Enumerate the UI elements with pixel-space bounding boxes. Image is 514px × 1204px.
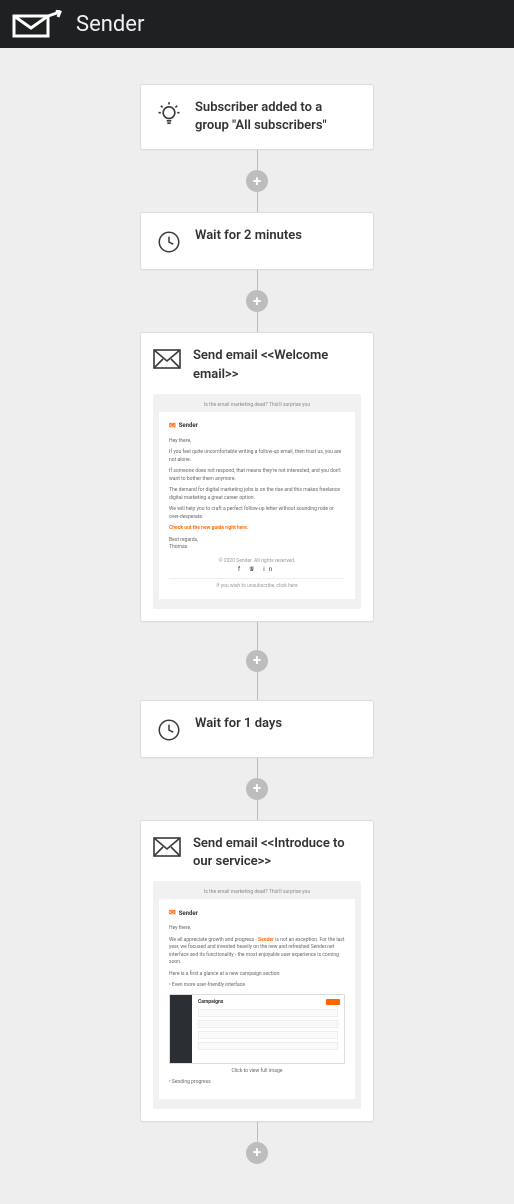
brand-name: Sender [76, 12, 144, 37]
connector-line [257, 800, 258, 820]
preview-bullet: • Even more user-friendly interface [169, 982, 345, 990]
wait-title: Wait for 1 days [195, 715, 282, 733]
preview-social-icons: f 𝓖 in [169, 565, 345, 574]
add-step-button[interactable]: + [246, 778, 268, 800]
clock-icon [155, 715, 183, 743]
connector-line [257, 758, 258, 778]
preview-greeting: Hey there, [169, 438, 345, 446]
clock-icon [155, 227, 183, 255]
wait-node[interactable]: Wait for 2 minutes [140, 212, 374, 270]
lightbulb-icon [155, 99, 183, 129]
screenshot-heading: Campaigns [198, 999, 338, 1007]
trigger-node[interactable]: Subscriber added to a group "All subscri… [140, 84, 374, 150]
preview-subject: Is the email marketing dead? This'll sur… [204, 402, 310, 408]
connector-line [257, 672, 258, 700]
email-preview: Is the email marketing dead? This'll sur… [153, 394, 361, 609]
preview-paragraph: Here is a first a glance at a new campai… [169, 971, 345, 979]
add-step-button[interactable]: + [246, 290, 268, 312]
preview-subject: Is the email marketing dead? This'll sur… [204, 889, 310, 895]
preview-caption: Click to view full image [169, 1068, 345, 1076]
preview-body: ✉ Sender Hey there, We all appreciate gr… [159, 899, 355, 1099]
email-title: Send email <<Introduce to our service>> [193, 835, 361, 871]
connector-line [257, 192, 258, 212]
wait-node[interactable]: Wait for 1 days [140, 700, 374, 758]
connector-line [257, 622, 258, 650]
automation-canvas: Subscriber added to a group "All subscri… [0, 48, 514, 1204]
preview-brand: Sender [179, 421, 198, 430]
preview-paragraph: The demand for digital marketing jobs is… [169, 487, 345, 502]
preview-screenshot: Campaigns [169, 994, 345, 1064]
preview-cta: Check out the new guide right here. [169, 525, 345, 533]
email-node[interactable]: Send email <<Introduce to our service>> … [140, 820, 374, 1122]
preview-logo-icon: ✉ [169, 907, 176, 919]
email-node[interactable]: Send email <<Welcome email>> Is the emai… [140, 332, 374, 621]
wait-title: Wait for 2 minutes [195, 227, 302, 245]
trigger-title: Subscriber added to a group "All subscri… [195, 99, 359, 135]
preview-paragraph: We will help you to craft a perfect foll… [169, 506, 345, 521]
screenshot-primary-button [326, 999, 340, 1005]
preview-signoff: Best regards, Thomas [169, 537, 345, 552]
add-step-button[interactable]: + [246, 650, 268, 672]
preview-bullet: • Sending progress [169, 1079, 345, 1087]
preview-body: ✉ Sender Hey there, If you feel quite un… [159, 412, 355, 599]
connector-line [257, 1122, 258, 1142]
preview-brand: Sender [179, 909, 198, 918]
preview-copyright: © 2020 Sender. All rights reserved. [169, 558, 345, 566]
connector-line [257, 270, 258, 290]
preview-paragraph: We all appreciate growth and progress - … [169, 937, 345, 967]
envelope-icon [153, 835, 181, 859]
connector-line [257, 312, 258, 332]
connector-line [257, 150, 258, 170]
email-preview: Is the email marketing dead? This'll sur… [153, 881, 361, 1109]
preview-logo-icon: ✉ [169, 420, 176, 432]
preview-paragraph: If you feel quite uncomfortable writing … [169, 449, 345, 464]
add-step-button[interactable]: + [246, 170, 268, 192]
envelope-icon [153, 347, 181, 371]
preview-unsubscribe: If you wish to unsubscribe, click here [169, 583, 345, 591]
app-header: Sender [0, 0, 514, 48]
email-title: Send email <<Welcome email>> [193, 347, 361, 383]
preview-paragraph: If someone does not respond, that means … [169, 468, 345, 483]
sender-logo-icon [12, 10, 62, 38]
add-step-button[interactable]: + [246, 1142, 268, 1164]
preview-greeting: Hey there, [169, 925, 345, 933]
